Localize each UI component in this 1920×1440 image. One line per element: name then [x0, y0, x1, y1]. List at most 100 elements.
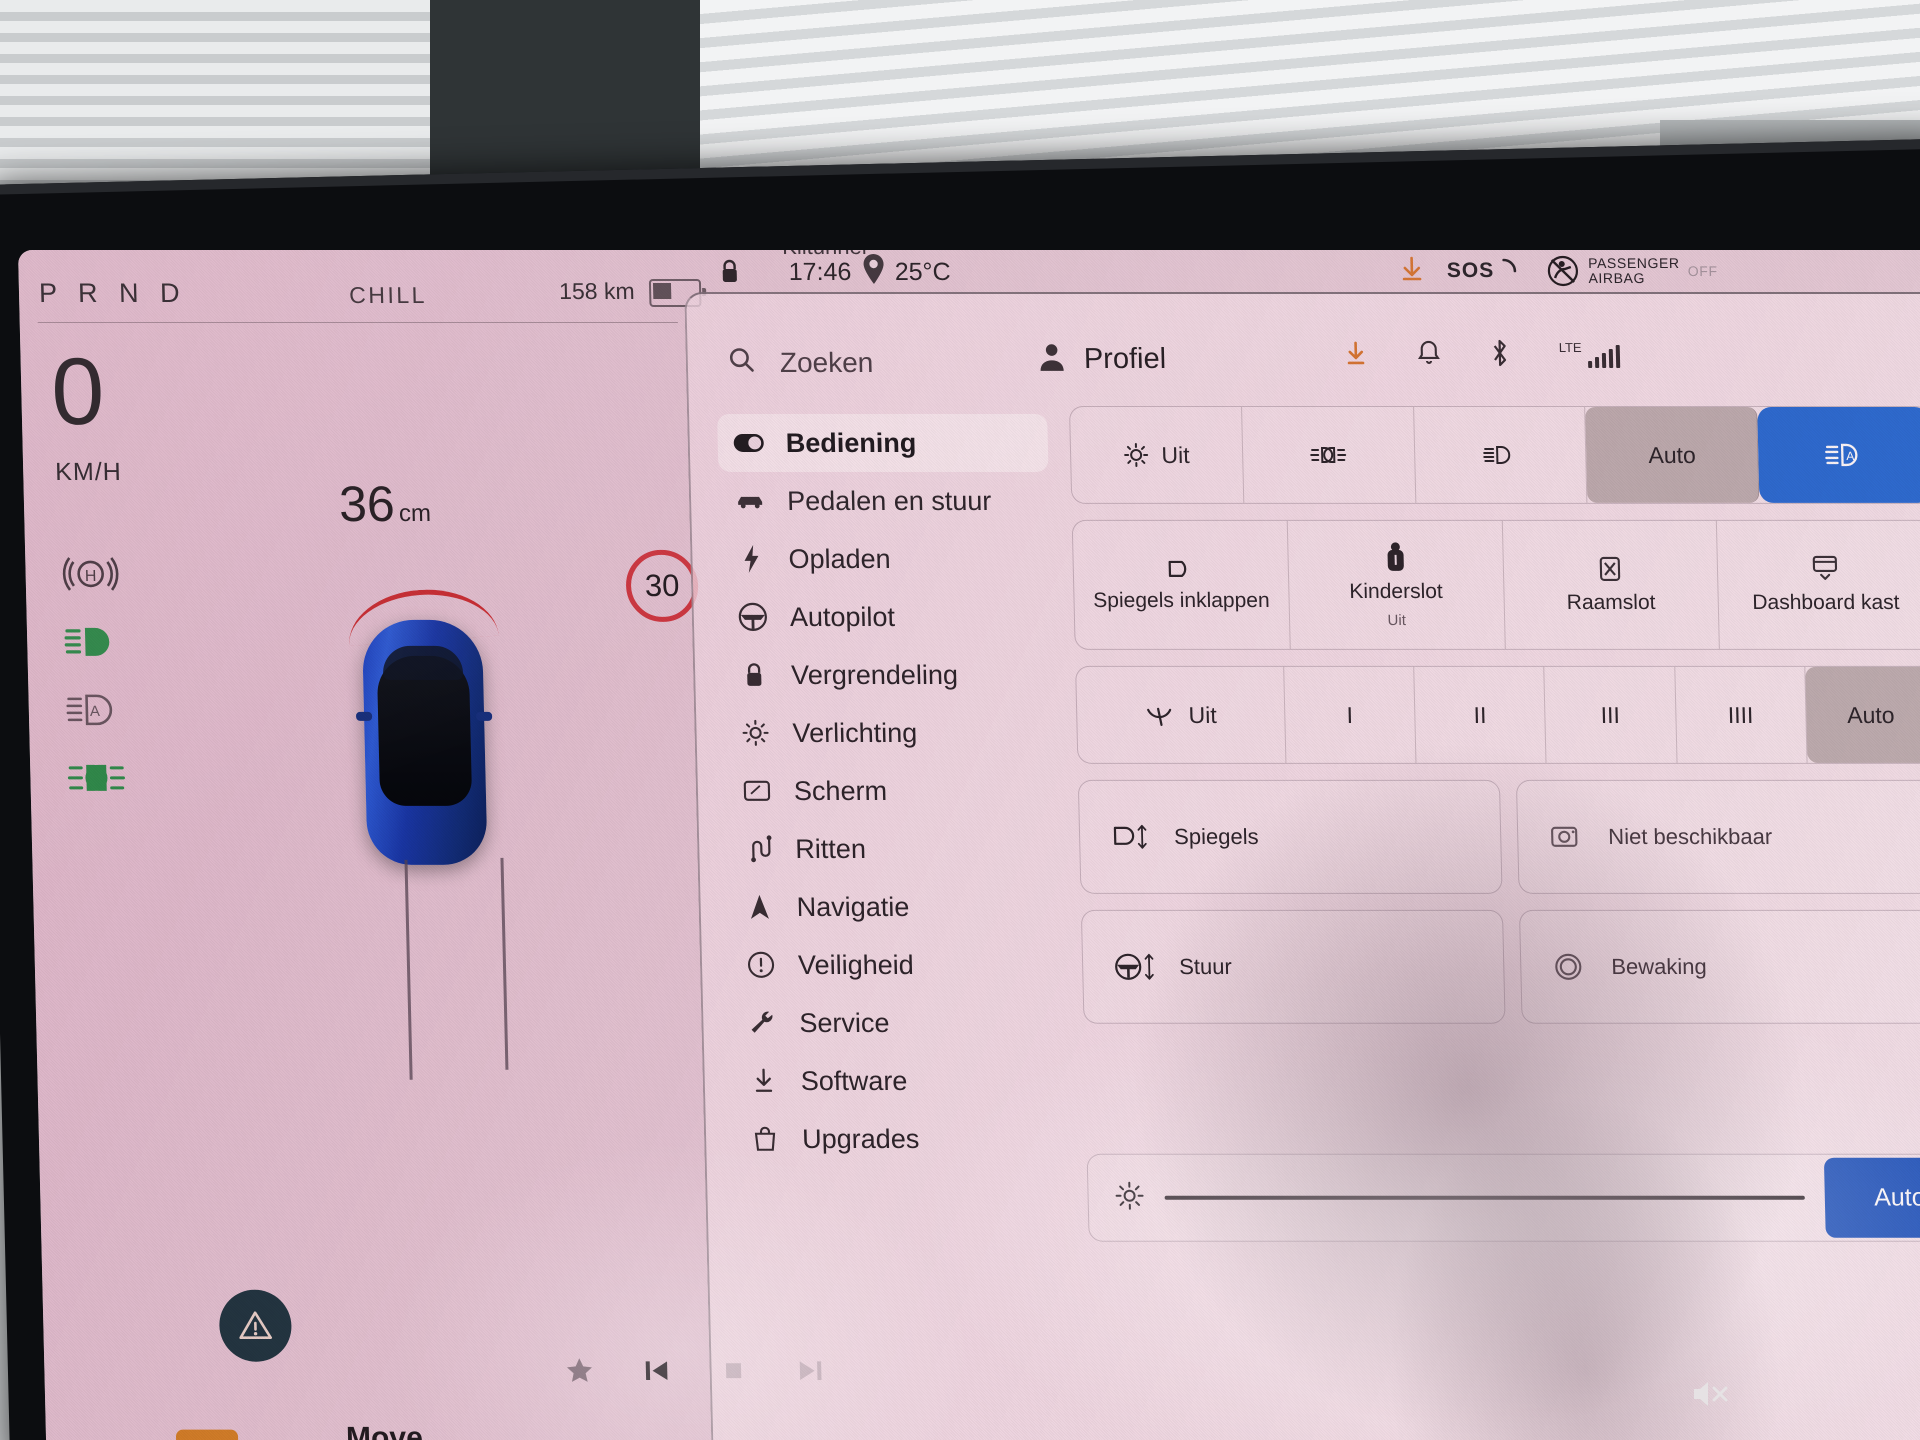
adjust-mirrors-button[interactable]: Spiegels — [1077, 779, 1503, 894]
sidebar-item-verlichting[interactable]: Verlichting — [724, 704, 1055, 762]
network-type-label: LTE — [1558, 339, 1582, 355]
lock-icon[interactable] — [718, 258, 741, 289]
brightness-slider[interactable] — [1164, 1195, 1805, 1200]
camera-status-label: Niet beschikbaar — [1607, 823, 1773, 849]
sos-button[interactable]: SOS — [1447, 259, 1495, 283]
sidebar-item-label: Vergrendeling — [790, 659, 959, 690]
bell-icon[interactable] — [1416, 339, 1441, 372]
wiper-speed-label: IIII — [1727, 701, 1754, 728]
adjust-steering-button[interactable]: Stuur — [1080, 909, 1506, 1024]
system-status-icons: LTE — [1342, 338, 1622, 373]
display-icon — [742, 776, 773, 806]
vehicle-visualization — [355, 619, 493, 865]
wiper-segmented-control[interactable]: Uit I II III IIII Auto — [1075, 665, 1920, 764]
airbag-label-line2: AIRBAG — [1588, 269, 1646, 286]
wiper-speed-label: III — [1600, 701, 1621, 728]
status-bar: Kiltunnel 17:46 25°C SOS PASSENGER AIRBA… — [698, 250, 1920, 294]
wiper-speed-4-button[interactable]: IIII — [1674, 666, 1808, 763]
sidebar-item-label: Navigatie — [796, 891, 910, 922]
child-lock-label: Kinderslot — [1349, 580, 1444, 604]
fold-mirrors-button[interactable]: Spiegels inklappen — [1072, 520, 1291, 649]
settings-panel: Zoeken Profiel LTE Bediening Pedalen en … — [684, 291, 1920, 1440]
screenshot-root: P R N D CHILL 158 km 0 KM/H H A 36 cm 30… — [0, 0, 1920, 1440]
camera-unavailable-tile[interactable]: Niet beschikbaar — [1515, 779, 1920, 894]
tesla-touchscreen[interactable]: P R N D CHILL 158 km 0 KM/H H A 36 cm 30… — [18, 250, 1920, 1440]
sidebar-item-scherm[interactable]: Scherm — [725, 762, 1056, 820]
clock: 17:46 — [788, 257, 852, 286]
wiper-speed-label: II — [1473, 701, 1487, 728]
brightness-auto-button[interactable]: Auto — [1823, 1157, 1920, 1238]
profile-button[interactable]: Profiel — [1037, 342, 1166, 377]
sentry-mode-button[interactable]: Bewaking — [1518, 909, 1920, 1024]
sidebar-item-ritten[interactable]: Ritten — [727, 820, 1058, 878]
sidebar-item-label: Opladen — [788, 543, 891, 574]
wiper-speed-3-button[interactable]: III — [1544, 666, 1678, 763]
brightness-icon — [1114, 1180, 1145, 1215]
steering-adjust-icon — [1115, 953, 1154, 980]
sentry-mode-label: Bewaking — [1611, 953, 1708, 979]
vehicle-controls-row[interactable]: Spiegels inklappen Kinderslot Uit Raamsl… — [1071, 519, 1920, 650]
wiper-auto-button[interactable]: Auto — [1805, 666, 1920, 763]
bolt-icon — [736, 544, 767, 574]
person-icon — [1037, 342, 1066, 377]
svg-text:H: H — [85, 568, 97, 585]
sos-phone-icon — [1500, 256, 1525, 285]
brightness-control[interactable]: Auto — [1086, 1153, 1920, 1242]
airbag-label-line1: PASSENGER — [1587, 255, 1680, 272]
search-placeholder: Zoeken — [779, 346, 874, 378]
window-lock-button[interactable]: Raamslot — [1502, 520, 1721, 649]
sidebar-item-software[interactable]: Software — [732, 1052, 1063, 1110]
outside-temperature: 25°C — [894, 257, 951, 286]
favorite-star-icon[interactable] — [564, 1356, 595, 1391]
bluetooth-icon[interactable] — [1488, 338, 1511, 373]
adjust-mirrors-label: Spiegels — [1173, 823, 1259, 849]
lights-segmented-control[interactable]: Uit Auto A — [1068, 405, 1920, 504]
svg-text:A: A — [1846, 449, 1854, 463]
status-bar-right: SOS PASSENGER AIRBAG OFF — [1398, 254, 1718, 288]
settings-sidebar[interactable]: Bediening Pedalen en stuur Opladen Autop… — [717, 413, 1065, 1168]
download-icon[interactable] — [1398, 254, 1425, 287]
glovebox-label: Dashboard kast — [1752, 591, 1900, 615]
parking-lights-button[interactable] — [1241, 406, 1416, 503]
auto-high-beam-icon: A — [1824, 443, 1858, 467]
lights-auto-button[interactable]: Auto — [1585, 406, 1760, 503]
sidebar-item-opladen[interactable]: Opladen — [720, 530, 1051, 588]
sidebar-item-label: Verlichting — [792, 717, 918, 748]
sidebar-item-bediening[interactable]: Bediening — [717, 413, 1049, 472]
park-distance-readout: 36 cm — [338, 475, 431, 533]
map-pin-icon — [860, 252, 887, 293]
glovebox-button[interactable]: Dashboard kast — [1717, 521, 1920, 649]
auto-high-beam-button[interactable]: A — [1757, 406, 1920, 503]
child-lock-button[interactable]: Kinderslot Uit — [1287, 520, 1506, 649]
sidebar-item-pedalen-en-stuur[interactable]: Pedalen en stuur — [718, 472, 1049, 530]
download-icon[interactable] — [1342, 339, 1369, 372]
low-beam-button[interactable] — [1413, 406, 1588, 503]
wiper-speed-1-button[interactable]: I — [1283, 666, 1417, 763]
lights-off-button[interactable]: Uit — [1069, 406, 1245, 503]
sidebar-item-navigatie[interactable]: Navigatie — [728, 878, 1059, 936]
search-input[interactable]: Zoeken — [727, 346, 874, 379]
airbag-state: OFF — [1687, 262, 1718, 279]
drive-mode-label: CHILL — [348, 281, 428, 308]
previous-track-icon[interactable] — [640, 1355, 673, 1392]
wiper-off-button[interactable]: Uit — [1076, 666, 1287, 763]
sidebar-item-vergrendeling[interactable]: Vergrendeling — [723, 646, 1054, 704]
sidebar-item-label: Software — [800, 1065, 908, 1096]
toggle-switch-icon — [733, 428, 764, 458]
album-art-thumbnail[interactable] — [175, 1429, 239, 1440]
sidebar-item-veiligheid[interactable]: Veiligheid — [729, 936, 1060, 994]
sidebar-item-autopilot[interactable]: Autopilot — [721, 588, 1052, 646]
child-lock-state: Uit — [1387, 611, 1407, 629]
airbag-off-icon — [1548, 255, 1579, 287]
wiper-speed-2-button[interactable]: II — [1414, 666, 1547, 763]
sidebar-item-label: Bediening — [785, 427, 917, 458]
park-distance-value: 36 — [338, 475, 396, 532]
mirror-adjust-icon — [1113, 824, 1147, 849]
download-icon — [748, 1066, 779, 1096]
sidebar-item-upgrades[interactable]: Upgrades — [733, 1110, 1064, 1168]
low-beam-icon — [63, 618, 122, 666]
speaker-mute-icon[interactable] — [1690, 1378, 1732, 1410]
instrument-cluster: P R N D CHILL 158 km 0 KM/H H A 36 cm 30… — [18, 250, 822, 1440]
sidebar-item-service[interactable]: Service — [731, 994, 1062, 1052]
warning-triangle-icon[interactable] — [218, 1289, 293, 1362]
